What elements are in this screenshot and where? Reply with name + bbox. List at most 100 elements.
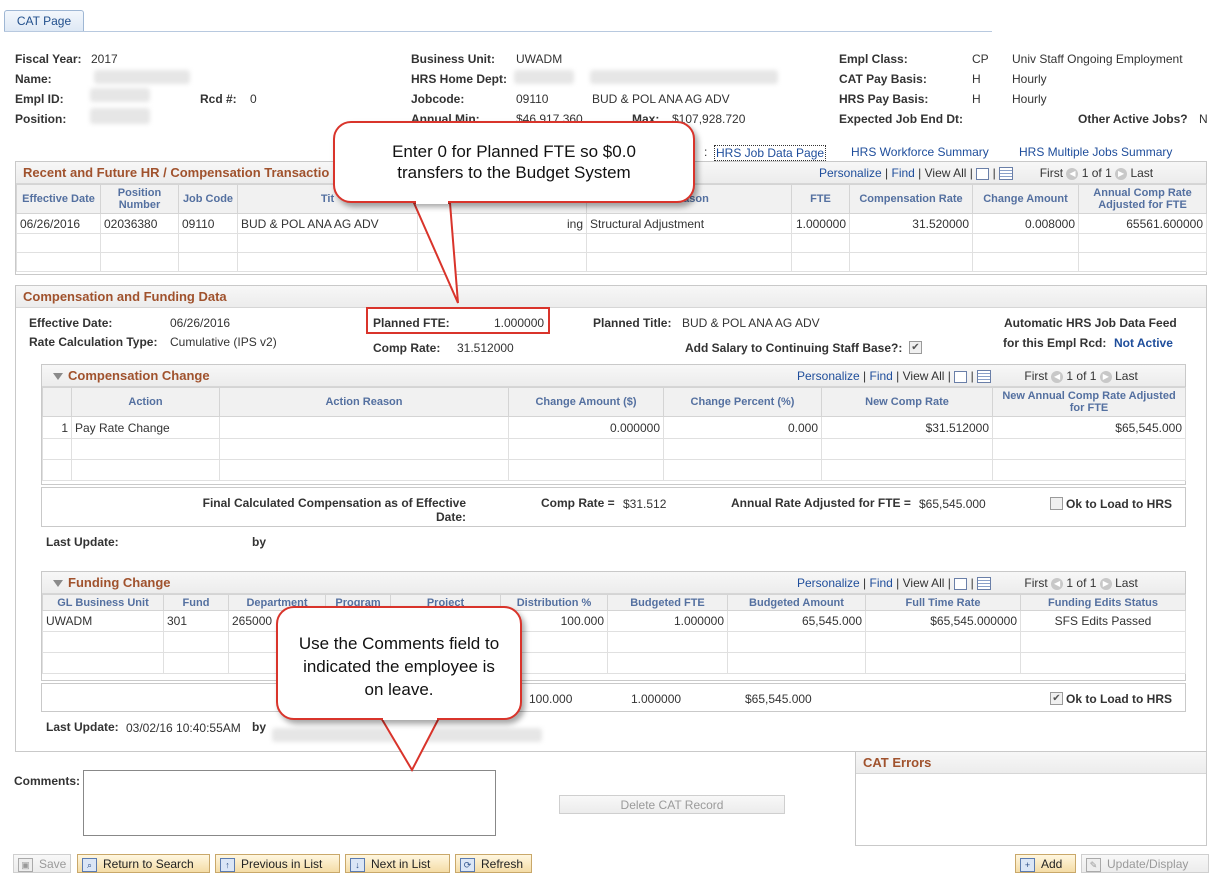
col-fte[interactable]: FTE (791, 184, 850, 214)
add-salary-checkbox[interactable]: ✔ (909, 340, 922, 355)
funding-by-label: by (252, 720, 267, 734)
col-full-time-rate[interactable]: Full Time Rate (865, 594, 1021, 611)
download-grid-icon[interactable] (977, 577, 992, 591)
search-icon: ⌕ (82, 857, 97, 872)
col-change-amount[interactable]: Change Amount ($) (508, 387, 664, 417)
collapse-arrow-icon[interactable] (53, 373, 63, 381)
find-link[interactable]: Find (870, 576, 893, 590)
funding-totals-panel (41, 683, 1186, 712)
next-arrow-icon[interactable]: ▶ (1099, 370, 1112, 383)
final-compensation-label: Final Calculated Compensation as of Effe… (202, 496, 466, 524)
redacted-dept-code (514, 70, 574, 84)
personalize-link[interactable]: Personalize (797, 369, 860, 383)
effective-date-label: Effective Date: (29, 316, 113, 330)
update-display-button[interactable]: ✎ Update/Display (1081, 854, 1209, 873)
ok-to-load-comp-label: Ok to Load to HRS (1066, 497, 1172, 511)
planned-fte-field[interactable]: 1.000000 (494, 316, 544, 330)
col-action[interactable]: Action (71, 387, 220, 417)
prev-arrow-icon[interactable]: ◀ (1051, 577, 1064, 590)
last-label[interactable]: Last (1115, 576, 1138, 590)
next-arrow-icon[interactable]: ▶ (1115, 167, 1128, 180)
ok-to-load-comp-checkbox[interactable] (1050, 496, 1063, 511)
comp-change-title[interactable]: Compensation Change (53, 368, 210, 383)
business-unit-label: Business Unit: (411, 52, 496, 66)
hrs-workforce-summary-link[interactable]: HRS Workforce Summary (851, 145, 989, 159)
next-arrow-icon[interactable]: ▶ (1099, 577, 1112, 590)
personalize-link[interactable]: Personalize (819, 166, 882, 180)
comments-field[interactable] (83, 770, 496, 836)
zoom-icon[interactable] (954, 577, 968, 590)
cat-pay-basis-label: CAT Pay Basis: (839, 72, 927, 86)
col-action-reason[interactable]: Action Reason (219, 387, 509, 417)
cell-new-annual: $65,545.000 (992, 416, 1186, 439)
col-compensation-rate[interactable]: Compensation Rate (849, 184, 973, 214)
ok-to-load-funding-checkbox[interactable]: ✔ (1050, 691, 1063, 706)
hrs-multiple-jobs-link[interactable]: HRS Multiple Jobs Summary (1019, 145, 1172, 159)
col-fund[interactable]: Fund (163, 594, 229, 611)
cell-new-comp-rate: $31.512000 (821, 416, 993, 439)
delete-cat-record-button[interactable]: Delete CAT Record (559, 795, 785, 814)
planned-fte-label: Planned FTE: (373, 316, 450, 330)
col-budgeted-fte[interactable]: Budgeted FTE (607, 594, 728, 611)
save-button[interactable]: ▣ Save (13, 854, 71, 873)
planned-title-value: BUD & POL ANA AG ADV (682, 316, 820, 330)
tab-cat-page[interactable]: CAT Page (4, 10, 84, 32)
prev-arrow-icon[interactable]: ◀ (1066, 167, 1079, 180)
col-new-annual-comp-rate[interactable]: New Annual Comp Rate Adjusted for FTE (992, 387, 1186, 417)
col-position-number[interactable]: Position Number (100, 184, 179, 214)
auto-feed-label: Automatic HRS Job Data Feed (1004, 316, 1177, 330)
redacted-updated-by (272, 728, 542, 742)
last-label[interactable]: Last (1115, 369, 1138, 383)
hrs-job-data-link[interactable]: HRS Job Data Page (714, 145, 827, 161)
view-all-link[interactable]: View All (903, 369, 945, 383)
range-label: 1 of 1 (1081, 166, 1112, 180)
col-effective-date[interactable]: Effective Date (16, 184, 101, 214)
view-all-link[interactable]: View All (925, 166, 967, 180)
next-in-list-button[interactable]: ↓ Next in List (345, 854, 450, 873)
cell-title: BUD & POL ANA AG ADV (237, 213, 418, 234)
prev-arrow-icon[interactable]: ◀ (1051, 370, 1064, 383)
previous-in-list-button[interactable]: ↑ Previous in List (215, 854, 340, 873)
collapse-arrow-icon[interactable] (53, 580, 63, 588)
auto-feed-status-link[interactable]: Not Active (1114, 336, 1173, 350)
col-job-code[interactable]: Job Code (178, 184, 238, 214)
find-link[interactable]: Find (870, 369, 893, 383)
other-jobs-value: N (1199, 112, 1208, 126)
cell-action: Pay Rate Change (71, 416, 220, 439)
refresh-button[interactable]: ⟳ Refresh (455, 854, 532, 873)
col-change-amount[interactable]: Change Amount (972, 184, 1079, 214)
find-link[interactable]: Find (892, 166, 915, 180)
cat-pay-basis-value: H (972, 72, 981, 86)
comp-change-panel: Compensation Change Personalize | Find |… (41, 364, 1186, 485)
cell-action: ing (417, 213, 587, 234)
redacted-position (90, 108, 150, 124)
business-unit-value: UWADM (516, 52, 563, 66)
zoom-icon[interactable] (954, 370, 968, 383)
empl-class-desc: Univ Staff Ongoing Employment (1012, 52, 1183, 66)
personalize-link[interactable]: Personalize (797, 576, 860, 590)
hrs-home-dept-label: HRS Home Dept: (411, 72, 508, 86)
first-label[interactable]: First (1040, 166, 1063, 180)
last-label[interactable]: Last (1130, 166, 1153, 180)
add-button[interactable]: + Add (1015, 854, 1076, 873)
col-distribution[interactable]: Distribution % (500, 594, 608, 611)
col-new-comp-rate[interactable]: New Comp Rate (821, 387, 993, 417)
return-to-search-button[interactable]: ⌕ Return to Search (77, 854, 210, 873)
effective-date-value: 06/26/2016 (170, 316, 231, 330)
col-funding-edits-status[interactable]: Funding Edits Status (1020, 594, 1186, 611)
col-gl-business-unit[interactable]: GL Business Unit (42, 594, 164, 611)
download-grid-icon[interactable] (999, 167, 1014, 181)
view-all-link[interactable]: View All (903, 576, 945, 590)
comments-label: Comments: (14, 774, 81, 788)
col-budgeted-amount[interactable]: Budgeted Amount (727, 594, 866, 611)
col-change-percent[interactable]: Change Percent (%) (663, 387, 822, 417)
zoom-icon[interactable] (976, 167, 990, 180)
table-row: UWADM 301 265000 100.000 1.000000 65,545… (42, 610, 1186, 632)
first-label[interactable]: First (1024, 576, 1047, 590)
col-annual-comp-rate[interactable]: Annual Comp Rate Adjusted for FTE (1078, 184, 1207, 214)
name-label: Name: (15, 72, 52, 86)
first-label[interactable]: First (1024, 369, 1047, 383)
funding-change-title[interactable]: Funding Change (53, 575, 171, 590)
cell-position: 02036380 (100, 213, 179, 234)
download-grid-icon[interactable] (977, 370, 992, 384)
